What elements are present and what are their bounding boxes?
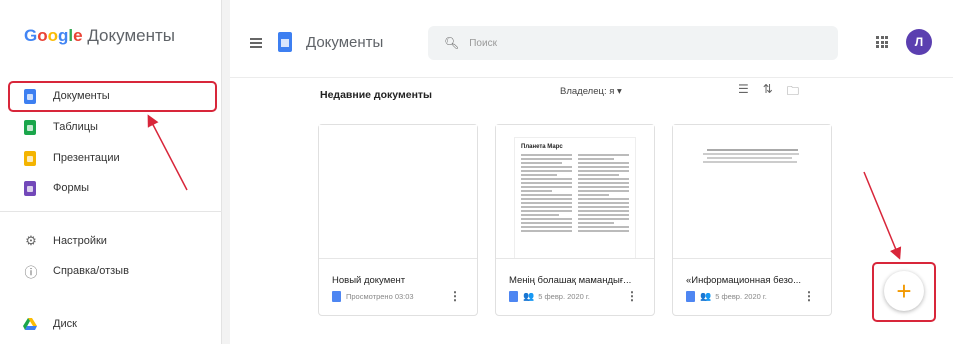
forms-icon (24, 180, 36, 196)
view-controls: ☰ ⇅ 🗀 (738, 82, 799, 103)
search-icon: 🔍︎ (444, 36, 460, 50)
app-title: Документы (306, 34, 384, 51)
document-date: 5 февр. 2020 г. (715, 292, 767, 301)
sidebar-item-label: Презентации (53, 152, 120, 164)
more-options-icon[interactable]: ⋮ (626, 289, 638, 303)
page-preview (691, 141, 813, 258)
document-card[interactable]: Планета Марс Менің болашақ мамандығ... 👥… (495, 124, 655, 316)
sidebar-item-settings[interactable]: ⚙ Настройки (8, 226, 214, 256)
slides-icon (24, 150, 36, 166)
folder-icon[interactable]: 🗀 (787, 82, 799, 103)
sidebar-item-slides[interactable]: Презентации (8, 143, 214, 173)
apps-grid-icon[interactable] (876, 36, 888, 48)
document-title: Менің болашақ мамандығ... (509, 275, 632, 286)
document-card[interactable]: Новый документ Просмотрено 03:03 ⋮ (318, 124, 478, 316)
google-docs-logo[interactable]: Google Документы (24, 26, 175, 46)
sidebar-item-label: Документы (53, 90, 110, 102)
section-title: Недавние документы (320, 89, 433, 101)
sheets-icon (24, 119, 36, 135)
shared-icon: 👥 (523, 291, 535, 301)
doc-type-icon (332, 291, 341, 302)
new-document-button[interactable]: + (884, 271, 924, 311)
document-date: Просмотрено 03:03 (346, 292, 414, 301)
sort-az-icon[interactable]: ⇅ (763, 82, 773, 103)
sidebar-divider (0, 211, 222, 212)
document-card[interactable]: «Информационная безо... 👥 5 февр. 2020 г… (672, 124, 832, 316)
docs-logo-icon[interactable] (278, 32, 292, 52)
main-area: Документы 🔍︎ Поиск Л Недавние документы … (230, 0, 953, 344)
sidebar-item-sheets[interactable]: Таблицы (8, 112, 214, 142)
more-options-icon[interactable]: ⋮ (803, 289, 815, 303)
avatar[interactable]: Л (906, 29, 932, 55)
document-meta: Просмотрено 03:03 (332, 291, 414, 302)
sidebar-item-label: Формы (53, 182, 90, 194)
doc-type-icon (686, 291, 695, 302)
search-bar[interactable]: 🔍︎ Поиск (428, 26, 838, 60)
list-view-icon[interactable]: ☰ (738, 82, 749, 103)
logo-product-name: Документы (87, 26, 175, 45)
document-thumbnail: Планета Марс (496, 125, 654, 259)
document-meta: 👥 5 февр. 2020 г. (509, 291, 590, 302)
sidebar-item-label: Таблицы (53, 121, 98, 133)
more-options-icon[interactable]: ⋮ (449, 289, 461, 303)
owner-filter-dropdown[interactable]: Владелец: я ▾ (560, 86, 622, 97)
docs-icon (24, 88, 36, 104)
gear-icon: ⚙ (25, 233, 37, 248)
drive-icon (23, 318, 37, 330)
sidebar-item-help[interactable]: ⓘ Справка/отзыв (8, 256, 214, 286)
document-thumbnail (319, 125, 477, 259)
sidebar-item-drive[interactable]: Диск (8, 309, 214, 339)
help-icon: ⓘ (24, 264, 38, 280)
document-meta: 👥 5 февр. 2020 г. (686, 291, 767, 302)
search-input[interactable]: Поиск (469, 38, 497, 49)
document-title: «Информационная безо... (686, 275, 802, 286)
top-bar: Документы 🔍︎ Поиск Л (230, 0, 953, 78)
sidebar-item-label: Справка/отзыв (53, 265, 129, 277)
document-title: Новый документ (332, 275, 406, 286)
page-preview: Планета Марс (514, 137, 636, 258)
document-date: 5 февр. 2020 г. (538, 292, 590, 301)
document-thumbnail (673, 125, 831, 259)
preview-heading: Планета Марс (521, 144, 563, 150)
sidebar-item-label: Диск (53, 318, 77, 330)
sidebar-item-label: Настройки (53, 235, 107, 247)
hamburger-menu-icon[interactable] (250, 38, 262, 48)
sidebar-item-docs[interactable]: Документы (8, 81, 214, 111)
shared-icon: 👥 (700, 291, 712, 301)
doc-type-icon (509, 291, 518, 302)
sidebar: Google Документы Документы Таблицы Презе… (0, 0, 222, 344)
sidebar-item-forms[interactable]: Формы (8, 173, 214, 203)
